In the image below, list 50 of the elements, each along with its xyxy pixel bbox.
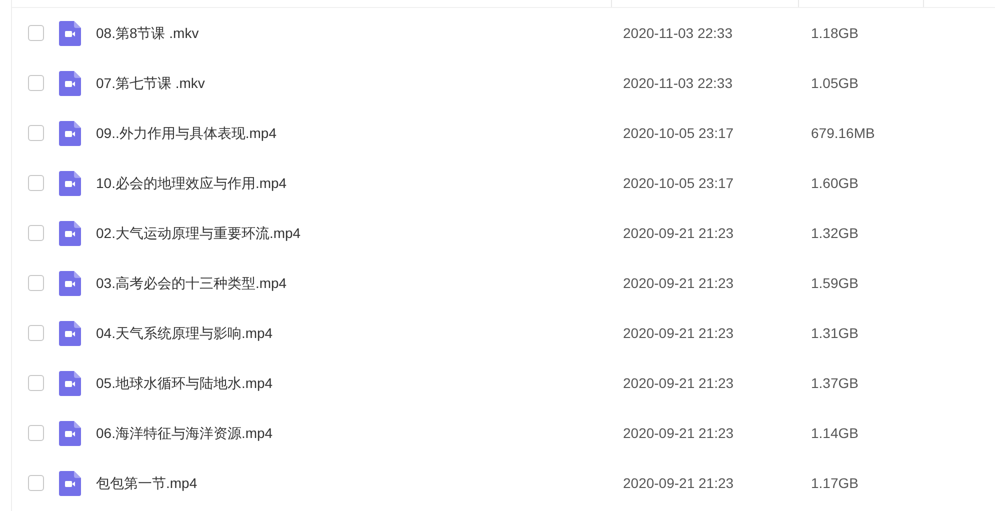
video-file-icon (59, 70, 81, 96)
modified-date: 2020-11-03 22:33 (623, 74, 734, 92)
checkbox[interactable] (28, 375, 44, 391)
checkbox[interactable] (28, 175, 44, 191)
file-size: 1.05GB (811, 74, 858, 92)
file-name[interactable]: 04.天气系统原理与影响.mp4 (96, 322, 623, 344)
checkbox[interactable] (28, 225, 44, 241)
checkbox[interactable] (28, 75, 44, 91)
file-name[interactable]: 06.海洋特征与海洋资源.mp4 (96, 422, 623, 444)
file-size: 1.32GB (811, 224, 858, 242)
file-name[interactable]: 07.第七节课 .mkv (96, 72, 623, 94)
modified-date: 2020-09-21 21:23 (623, 224, 735, 242)
checkbox[interactable] (28, 275, 44, 291)
file-size: 1.17GB (811, 474, 858, 492)
file-name[interactable]: 09..外力作用与具体表现.mp4 (96, 122, 623, 144)
checkbox[interactable] (28, 425, 44, 441)
video-file-icon (59, 120, 81, 146)
file-size: 1.60GB (811, 174, 858, 192)
video-file-icon (59, 170, 81, 196)
file-size: 1.14GB (811, 424, 858, 442)
video-file-icon (59, 420, 81, 446)
modified-date: 2020-11-03 22:33 (623, 24, 734, 42)
checkbox[interactable] (28, 325, 44, 341)
file-size: 1.59GB (811, 274, 858, 292)
checkbox[interactable] (28, 125, 44, 141)
file-name[interactable]: 05.地球水循环与陆地水.mp4 (96, 372, 623, 394)
file-name[interactable]: 包包第一节.mp4 (96, 472, 623, 494)
modified-date: 2020-10-05 23:17 (623, 174, 735, 192)
video-file-icon (59, 20, 81, 46)
checkbox[interactable] (28, 475, 44, 491)
file-name[interactable]: 08.第8节课 .mkv (96, 22, 623, 44)
file-size: 1.18GB (811, 24, 858, 42)
checkbox[interactable] (28, 25, 44, 41)
video-file-icon (59, 320, 81, 346)
file-size: 1.31GB (811, 324, 858, 342)
modified-date: 2020-10-05 23:17 (623, 124, 735, 142)
modified-date: 2020-09-21 21:23 (623, 374, 735, 392)
modified-date: 2020-09-21 21:23 (623, 474, 735, 492)
video-file-icon (59, 470, 81, 496)
modified-date: 2020-09-21 21:23 (623, 274, 735, 292)
file-size: 1.37GB (811, 374, 858, 392)
file-size: 679.16MB (811, 124, 875, 142)
video-file-icon (59, 370, 81, 396)
modified-date: 2020-09-21 21:23 (623, 424, 735, 442)
file-name[interactable]: 02.大气运动原理与重要环流.mp4 (96, 222, 623, 244)
file-name[interactable]: 03.高考必会的十三种类型.mp4 (96, 272, 623, 294)
video-file-icon (59, 220, 81, 246)
modified-date: 2020-09-21 21:23 (623, 324, 735, 342)
video-file-icon (59, 270, 81, 296)
file-name[interactable]: 10.必会的地理效应与作用.mp4 (96, 172, 623, 194)
